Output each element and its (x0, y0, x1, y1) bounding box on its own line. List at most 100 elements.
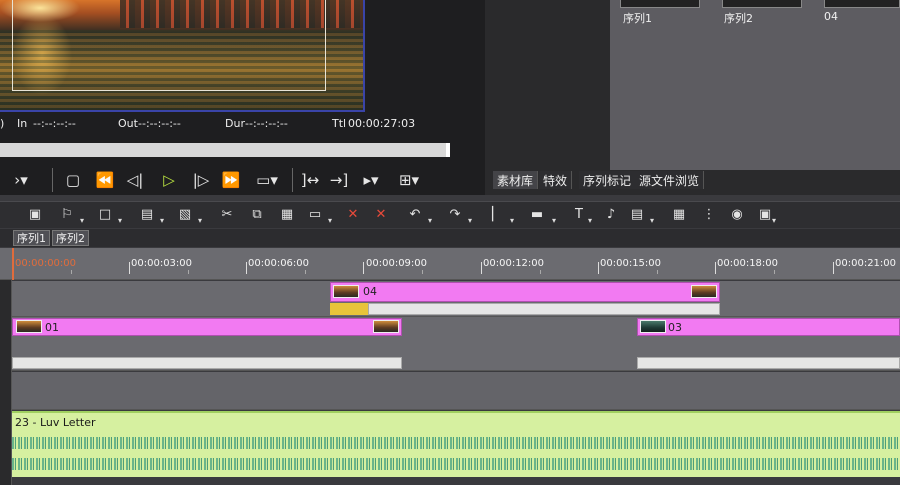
clip-thumbnail (640, 320, 666, 333)
replace-icon[interactable]: ▭ (306, 206, 324, 224)
ttl-timecode: 00:00:27:03 (348, 117, 416, 130)
microphone-icon[interactable]: ♪ (602, 206, 620, 224)
video-clip-04[interactable]: 04 (330, 282, 720, 302)
ruler-label: 00:00:03:00 (131, 258, 193, 269)
audio-clip[interactable]: 23 - Luv Letter (12, 411, 900, 477)
ripple-delete-icon[interactable]: ✕ (372, 206, 390, 224)
dur-label: Dur (225, 117, 245, 130)
tab-sequence-2[interactable]: 序列2 (52, 230, 89, 246)
transport-controls: ›▾ ▢ ⏪ ◁| ▷ |▷ ⏩ ▭▾ ]↔ →] ▸▾ ⊞▾ (0, 166, 485, 194)
transition-marker[interactable] (330, 303, 368, 315)
asset-bin: 序列1 序列2 04 (610, 0, 900, 170)
marker-icon: ) (0, 117, 5, 130)
ruler-label: 00:00:06:00 (248, 258, 310, 269)
new-file-icon[interactable]: □ (96, 206, 114, 224)
new-dropdown-icon[interactable]: ⚐ (58, 206, 76, 224)
bin-item-thumbnail[interactable] (620, 0, 700, 8)
ruler-label: 00:00:15:00 (600, 258, 662, 269)
paste-icon[interactable]: ▦ (278, 206, 296, 224)
out-timecode: --:--:--:-- (138, 117, 181, 130)
loop-dropdown-icon[interactable]: ›▾ (6, 168, 36, 192)
clip-thumbnail (373, 320, 399, 333)
set-in-icon[interactable]: ]↔ (298, 168, 322, 192)
save-icon[interactable]: ▧ (176, 206, 194, 224)
mark-icon[interactable]: ▏ (488, 206, 506, 224)
clip-thumbnail (691, 285, 717, 298)
tab-sequence-1[interactable]: 序列1 (13, 230, 50, 246)
video-track-lower: 01 03 (12, 317, 900, 371)
ruler-label: 00:00:21:00 (835, 258, 897, 269)
redo-icon[interactable]: ↷ (446, 206, 464, 224)
safe-area-frame (12, 0, 326, 91)
play-icon[interactable]: ▷ (158, 168, 180, 192)
asset-bin-panel: 序列1 序列2 04 (485, 0, 900, 195)
record-icon[interactable]: ◉ (728, 206, 746, 224)
waveform-channel-left (12, 437, 900, 449)
timeline-toolbar: ▣ ⚐ ▾ □ ▾ ▤ ▾ ▧ ▾ ✂ ⧉ ▦ ▭ ▾ ✕ ✕ ↶ ▾ ↷ ▾ ▏ ▾ ▬ ▾ T… (0, 201, 900, 228)
bin-tabs: 素材库 特效 序列标记 源文件浏览 (493, 171, 900, 189)
timeline-ruler[interactable]: 00:00:00:00 00:00:03:00 00:00:06:00 00:0… (0, 248, 900, 280)
step-back-icon[interactable]: ◁| (124, 168, 146, 192)
ruler-label: 00:00:12:00 (483, 258, 545, 269)
bin-item-label[interactable]: 序列1 (623, 10, 652, 26)
sequence-tabs: 序列1 序列2 (0, 229, 900, 247)
in-timecode: --:--:--:-- (33, 117, 76, 130)
track-header-column (0, 248, 12, 485)
playhead[interactable] (12, 248, 14, 280)
render-dropdown-icon[interactable]: ▤ (628, 206, 646, 224)
cut-icon[interactable]: ✂ (218, 206, 236, 224)
stop-icon[interactable]: ▢ (64, 168, 82, 192)
ruler-label: 00:00:09:00 (366, 258, 428, 269)
clip-label: 01 (45, 321, 59, 334)
insert-dropdown-icon[interactable]: ▸▾ (356, 168, 386, 192)
delete-icon[interactable]: ✕ (344, 206, 362, 224)
rewind-icon[interactable]: ⏪ (92, 168, 118, 192)
separator (52, 168, 53, 192)
copy-icon[interactable]: ⧉ (248, 206, 266, 224)
camera-icon[interactable]: ▣ (26, 206, 44, 224)
dur-timecode: --:--:--:-- (245, 117, 288, 130)
fast-forward-icon[interactable]: ⏩ (218, 168, 244, 192)
step-forward-icon[interactable]: |▷ (190, 168, 212, 192)
timecode-readout: ) In --:--:--:-- Out --:--:--:-- Dur --:… (0, 116, 485, 132)
tab-effects[interactable]: 特效 (539, 171, 573, 189)
bin-item-label[interactable]: 04 (824, 10, 838, 23)
audio-clip-label: 23 - Luv Letter (15, 416, 96, 429)
out-label: Out (118, 117, 138, 130)
clip-label: 03 (668, 321, 682, 334)
ruler-label: 00:00:18:00 (717, 258, 779, 269)
ttl-label: Ttl (332, 117, 347, 130)
output-dropdown-icon[interactable]: ▭▾ (252, 168, 282, 192)
bin-item-thumbnail[interactable] (722, 0, 802, 8)
bin-item-label[interactable]: 序列2 (724, 10, 753, 26)
export-dropdown-icon[interactable]: ⊞▾ (396, 168, 422, 192)
grid-icon[interactable]: ▦ (670, 206, 688, 224)
tab-sequence-markers[interactable]: 序列标记 (579, 171, 637, 189)
video-clip-03[interactable]: 03 (637, 318, 900, 336)
empty-track (12, 372, 900, 410)
clip-thumbnail (333, 285, 359, 298)
mixer-icon[interactable]: ⋮ (700, 206, 718, 224)
player-panel: ) In --:--:--:-- Out --:--:--:-- Dur --:… (0, 0, 485, 195)
set-out-icon[interactable]: →] (328, 168, 350, 192)
video-track-upper: 04 (12, 281, 900, 317)
clip-thumbnail (16, 320, 42, 333)
tab-asset-library[interactable]: 素材库 (493, 171, 539, 189)
playback-scrub-bar[interactable] (0, 143, 450, 157)
clip-volume-bar (368, 303, 720, 315)
clip-volume-bar (12, 357, 402, 369)
link-icon[interactable]: ▬ (528, 206, 546, 224)
ruler-label: 00:00:00:00 (15, 258, 77, 269)
waveform-channel-right (12, 458, 900, 470)
clip-volume-bar (637, 357, 900, 369)
undo-icon[interactable]: ↶ (406, 206, 424, 224)
video-preview (0, 0, 365, 112)
clip-label: 04 (363, 285, 377, 298)
separator (292, 168, 293, 192)
tab-source-browser[interactable]: 源文件浏览 (635, 171, 705, 189)
in-label: In (17, 117, 28, 130)
bin-item-thumbnail[interactable] (824, 0, 900, 8)
title-text-icon[interactable]: T (570, 206, 588, 224)
video-clip-01[interactable]: 01 (12, 318, 402, 336)
open-folder-icon[interactable]: ▤ (138, 206, 156, 224)
